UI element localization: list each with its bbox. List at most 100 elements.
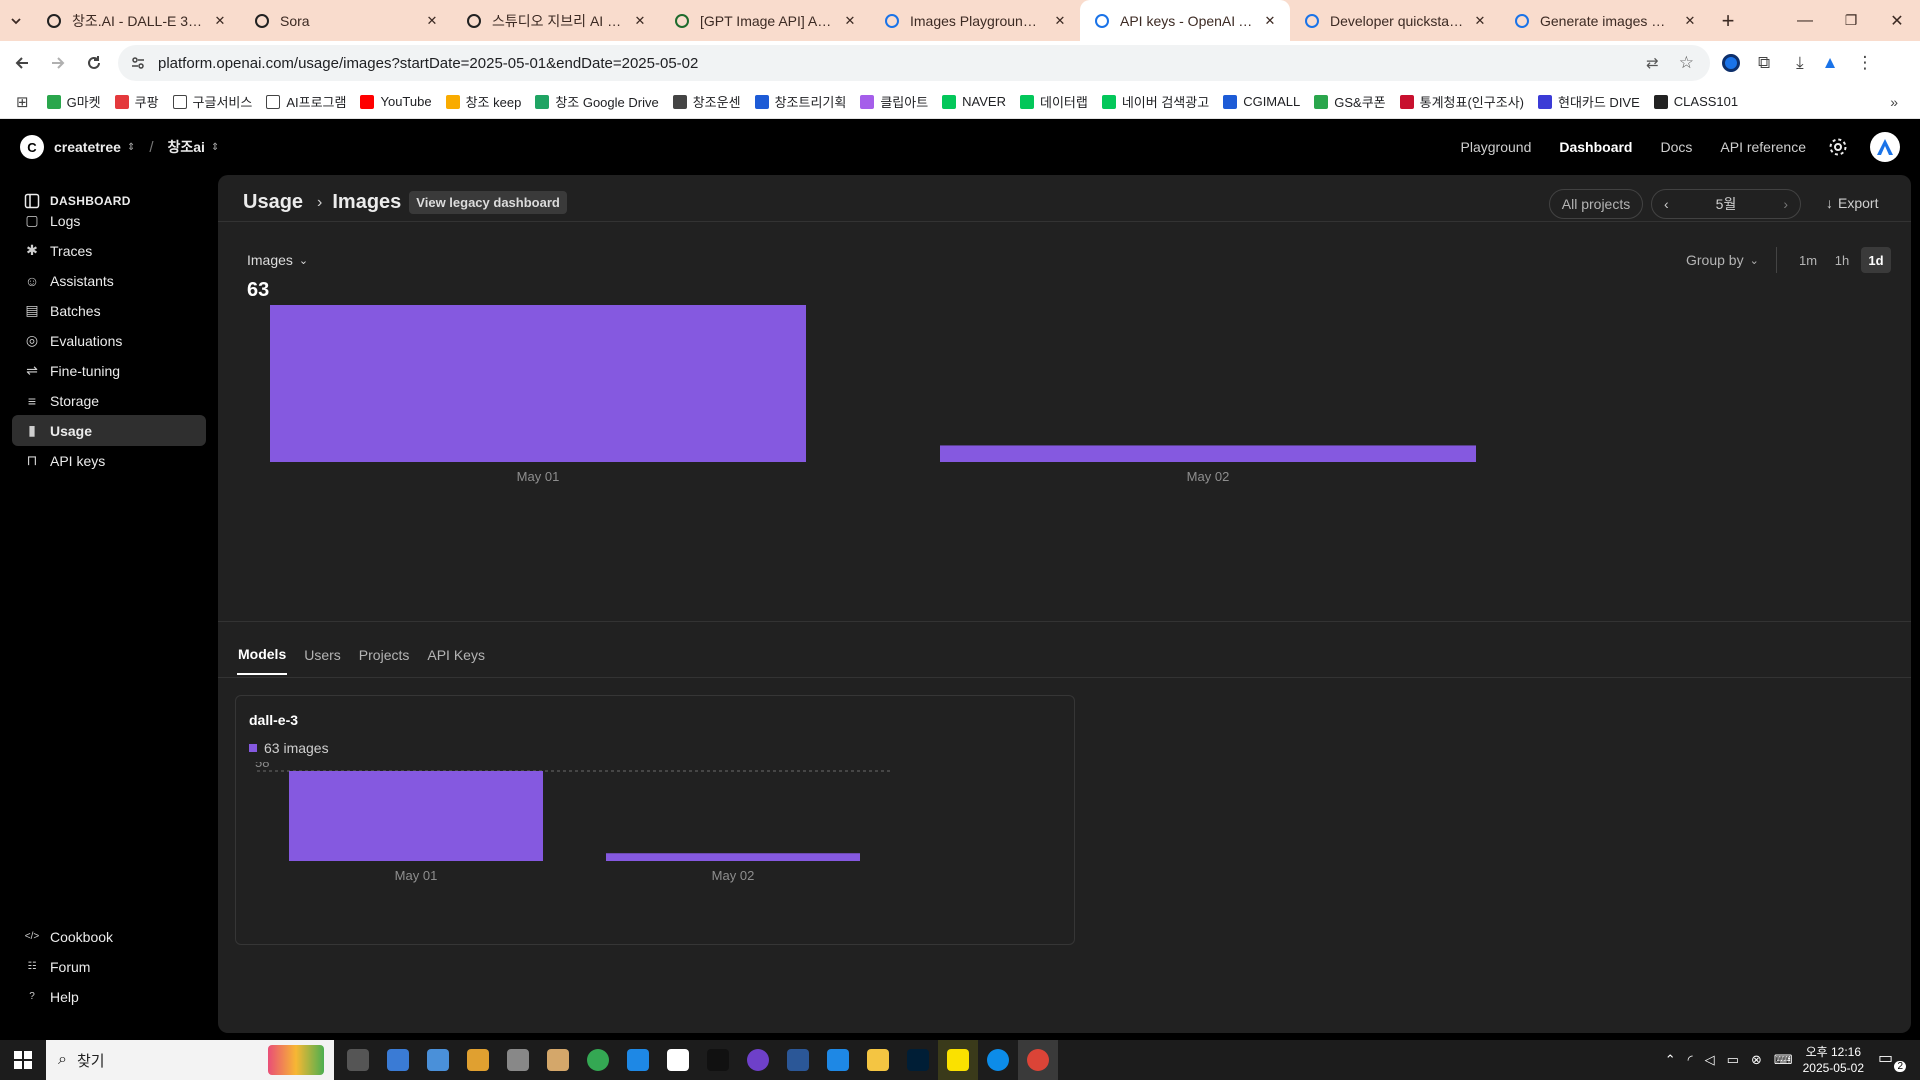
org-switcher[interactable]: createtree <box>54 139 121 155</box>
translate-icon[interactable]: ⇄ <box>1646 54 1659 72</box>
close-tab-icon[interactable]: ✕ <box>632 13 648 29</box>
github-icon[interactable] <box>738 1040 778 1080</box>
browser-tab[interactable]: API keys - OpenAI API ✕ <box>1080 0 1290 41</box>
tab-users[interactable]: Users <box>303 635 342 675</box>
browser-tab[interactable]: 스튜디오 지브리 AI 생성 ✕ <box>452 0 660 41</box>
interval-1d[interactable]: 1d <box>1861 247 1891 273</box>
sidebar-item-logs[interactable]: ▢ Logs <box>12 205 206 236</box>
clock[interactable]: 오후 12:16 2025-05-02 <box>1803 1044 1864 1076</box>
bookmark-item[interactable]: 데이터랩 <box>1020 92 1088 111</box>
reload-button[interactable] <box>76 45 112 81</box>
close-tab-icon[interactable]: ✕ <box>212 13 228 29</box>
bookmark-item[interactable]: GS&쿠폰 <box>1314 92 1386 111</box>
more-bookmarks-icon[interactable]: » <box>1890 94 1898 110</box>
tab-search-button[interactable] <box>0 0 32 41</box>
tray-chevron-icon[interactable]: ⌃ <box>1665 1052 1676 1068</box>
close-tab-icon[interactable]: ✕ <box>1052 13 1068 29</box>
chrome-icon[interactable] <box>1018 1040 1058 1080</box>
start-button[interactable] <box>0 1040 46 1080</box>
site-info-icon[interactable] <box>130 55 146 71</box>
close-window-icon[interactable]: ✕ <box>1874 11 1920 31</box>
bookmark-item[interactable]: CGIMALL <box>1223 94 1300 109</box>
close-tab-icon[interactable]: ✕ <box>1682 13 1698 29</box>
bookmark-item[interactable]: 창조 keep <box>445 92 521 111</box>
profile-icon[interactable]: ▲ <box>1822 53 1839 73</box>
sidebar-item-fine-tuning[interactable]: ⇌ Fine-tuning <box>12 355 206 386</box>
restore-icon[interactable]: ❐ <box>1828 12 1874 29</box>
sidebar-footer-help[interactable]: ? Help <box>12 981 206 1012</box>
browser-tab[interactable]: Images Playground - Op ✕ <box>870 0 1080 41</box>
tab-api-keys[interactable]: API Keys <box>426 635 486 675</box>
bookmark-item[interactable]: 창조트리기획 <box>754 92 846 111</box>
sidebar-item-usage[interactable]: ▮ Usage <box>12 415 206 446</box>
interval-1h[interactable]: 1h <box>1827 247 1857 273</box>
export-button[interactable]: ↓ Export <box>1826 195 1878 211</box>
volume-mute-icon[interactable]: ◁ <box>1705 1052 1715 1068</box>
star-icon[interactable]: ☆ <box>1679 53 1694 73</box>
legacy-dashboard-button[interactable]: View legacy dashboard <box>409 191 567 214</box>
app-icon[interactable] <box>498 1040 538 1080</box>
sidebar-footer-forum[interactable]: ☷ Forum <box>12 951 206 982</box>
interval-1m[interactable]: 1m <box>1793 247 1823 273</box>
sidebar-footer-cookbook[interactable]: </> Cookbook <box>12 921 206 952</box>
nav-api-reference[interactable]: API reference <box>1720 139 1806 155</box>
battery-icon[interactable]: ▭ <box>1727 1052 1739 1068</box>
bookmark-item[interactable]: 쿠팡 <box>114 92 159 111</box>
close-tab-icon[interactable]: ✕ <box>424 13 440 29</box>
app-icon[interactable] <box>618 1040 658 1080</box>
keyboard-icon[interactable]: ⌨ <box>1774 1052 1793 1068</box>
bookmark-item[interactable]: 창조 Google Drive <box>535 92 659 111</box>
file-explorer-icon[interactable] <box>858 1040 898 1080</box>
close-tab-icon[interactable]: ✕ <box>1472 13 1488 29</box>
puzzle-icon[interactable]: ⧉ <box>1758 53 1770 73</box>
bar-may-02[interactable] <box>940 445 1476 462</box>
minimize-icon[interactable]: — <box>1782 12 1828 30</box>
sidebar-item-traces[interactable]: ✱ Traces <box>12 235 206 266</box>
menu-icon[interactable]: ⋮ <box>1856 53 1873 73</box>
user-avatar[interactable] <box>1870 132 1900 162</box>
nav-dashboard[interactable]: Dashboard <box>1559 139 1632 155</box>
group-by-select[interactable]: Group by ⌄ <box>1686 252 1759 268</box>
close-circle-icon[interactable]: ⊗ <box>1751 1052 1762 1068</box>
metric-select[interactable]: Images ⌄ <box>247 252 308 268</box>
bookmark-item[interactable]: 클립아트 <box>860 92 928 111</box>
task-view-icon[interactable] <box>338 1040 378 1080</box>
new-tab-button[interactable]: + <box>1710 0 1746 41</box>
bookmark-item[interactable]: 창조운센 <box>672 92 741 111</box>
powershell-icon[interactable] <box>778 1040 818 1080</box>
taskbar-search[interactable]: ⌕ 찾기 <box>46 1040 334 1080</box>
download-icon[interactable]: ⤓ <box>1796 53 1804 73</box>
browser-tab[interactable]: Developer quickstart - O ✕ <box>1290 0 1500 41</box>
notification-center[interactable]: ▭ 2 <box>1878 1048 1906 1072</box>
sidebar-item-assistants[interactable]: ☺ Assistants <box>12 265 206 296</box>
all-projects-button[interactable]: All projects <box>1549 189 1643 219</box>
bookmark-item[interactable]: G마켓 <box>46 92 101 111</box>
back-button[interactable] <box>4 45 40 81</box>
bar-may-02[interactable] <box>606 853 860 861</box>
tab-projects[interactable]: Projects <box>358 635 411 675</box>
sidebar-item-evaluations[interactable]: ◎ Evaluations <box>12 325 206 356</box>
calculator-icon[interactable] <box>378 1040 418 1080</box>
sidebar-item-api-keys[interactable]: ⊓ API keys <box>12 445 206 476</box>
browser-tab[interactable]: 창조.AI - DALL-E 3 이미지 ✕ <box>32 0 240 41</box>
bookmark-item[interactable]: YouTube <box>360 94 432 109</box>
sidebar-item-batches[interactable]: ▤ Batches <box>12 295 206 326</box>
chrome-icon[interactable] <box>578 1040 618 1080</box>
bar-may-01[interactable] <box>289 771 543 861</box>
gear-icon[interactable] <box>1828 137 1848 157</box>
bar-may-01[interactable] <box>270 305 806 462</box>
address-bar[interactable]: platform.openai.com/usage/images?startDa… <box>118 45 1710 81</box>
project-switcher[interactable]: 창조ai <box>168 137 205 157</box>
sidebar-item-storage[interactable]: ≡ Storage <box>12 385 206 416</box>
prev-month-icon[interactable]: ‹ <box>1664 196 1669 212</box>
bookmark-item[interactable]: 네이버 검색광고 <box>1101 92 1209 111</box>
browser-tab[interactable]: Sora ✕ <box>240 0 452 41</box>
bookmark-item[interactable]: CLASS101 <box>1653 94 1738 109</box>
paint-icon[interactable] <box>458 1040 498 1080</box>
close-tab-icon[interactable]: ✕ <box>1262 13 1278 29</box>
browser-tab[interactable]: [GPT Image API] Automa ✕ <box>660 0 870 41</box>
close-tab-icon[interactable]: ✕ <box>842 13 858 29</box>
bookmark-item[interactable]: NAVER <box>942 94 1006 109</box>
app-icon[interactable] <box>818 1040 858 1080</box>
kakaotalk-icon[interactable] <box>938 1040 978 1080</box>
